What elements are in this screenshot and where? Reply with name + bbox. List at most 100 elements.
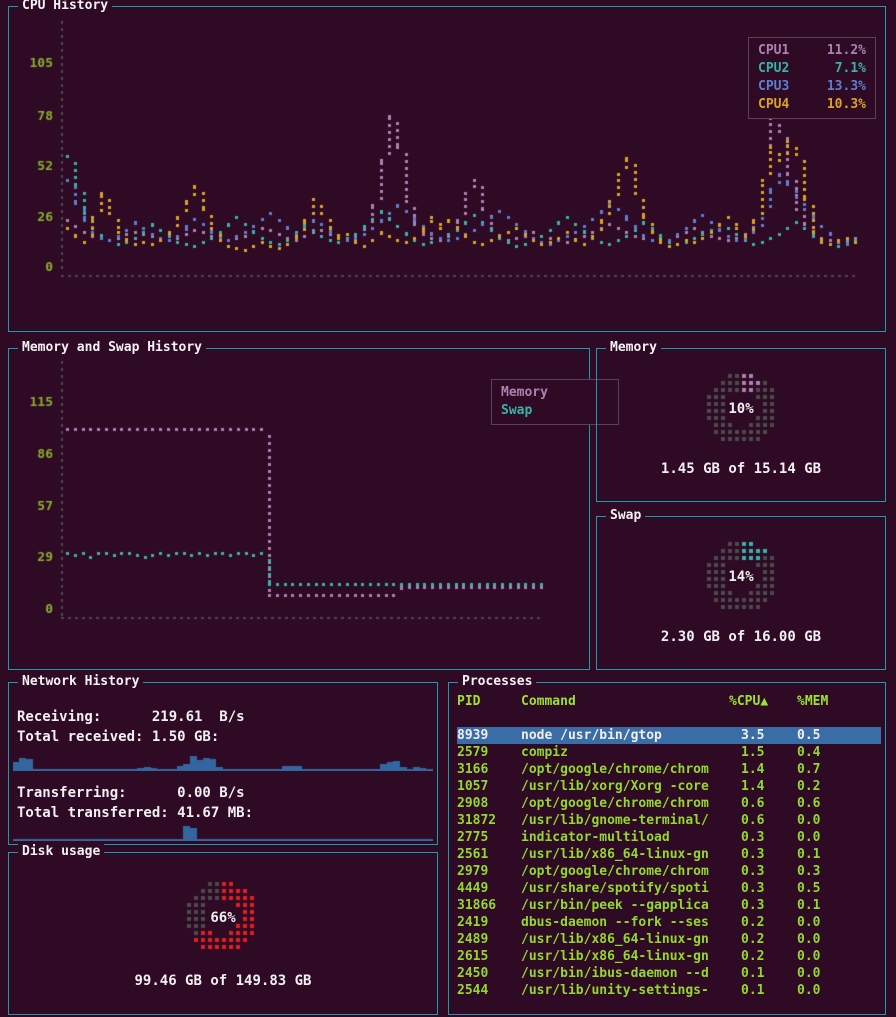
- command-cell: /opt/google/chrome/chrom: [521, 761, 729, 778]
- cpu-cell: 0.6: [729, 795, 793, 812]
- disk-usage-panel: Disk usage 66% 99.46 GB of 149.83 GB: [8, 852, 438, 1015]
- processes-panel: Processes PID Command %CPU▲ %MEM 8939nod…: [448, 682, 886, 1015]
- cpu-cell: 0.3: [729, 863, 793, 880]
- cpu-cell: 0.6: [729, 812, 793, 829]
- pid-cell: 2450: [457, 965, 521, 982]
- disk-detail: 99.46 GB of 149.83 GB: [9, 973, 437, 989]
- mem-cell: 0.5: [793, 880, 881, 897]
- cpu-cell: 0.2: [729, 914, 793, 931]
- swap-percent: 14%: [597, 569, 885, 585]
- command-cell: /usr/lib/x86_64-linux-gn: [521, 948, 729, 965]
- command-cell: node /usr/bin/gtop: [521, 727, 729, 744]
- mem-cell: 0.0: [793, 829, 881, 846]
- command-cell: compiz: [521, 744, 729, 761]
- command-cell: /usr/bin/ibus-daemon --d: [521, 965, 729, 982]
- cpu-history-panel: CPU History CPU111.2%CPU27.1%CPU313.3%CP…: [8, 6, 886, 332]
- table-row[interactable]: 2579compiz1.50.4: [457, 744, 881, 761]
- table-row[interactable]: 2419dbus-daemon --fork --ses0.20.0: [457, 914, 881, 931]
- memory-swap-history-panel: Memory and Swap History MemorySwap: [8, 348, 590, 670]
- mem-cell: 0.0: [793, 965, 881, 982]
- table-row[interactable]: 4449/usr/share/spotify/spoti0.30.5: [457, 880, 881, 897]
- table-row[interactable]: 1057/usr/lib/xorg/Xorg -core1.40.2: [457, 778, 881, 795]
- pid-cell: 2561: [457, 846, 521, 863]
- network-history-title: Network History: [18, 674, 143, 690]
- command-cell: indicator-multiload: [521, 829, 729, 846]
- pid-cell: 4449: [457, 880, 521, 897]
- cpu-cell: 0.2: [729, 931, 793, 948]
- table-row[interactable]: 2450/usr/bin/ibus-daemon --d0.10.0: [457, 965, 881, 982]
- legend-value: 7.1%: [825, 60, 866, 78]
- legend-value: 11.2%: [817, 42, 866, 60]
- network-transferring-sparkline: [13, 821, 433, 841]
- cpu-cell: 0.1: [729, 965, 793, 982]
- table-row[interactable]: 2561/usr/lib/x86_64-linux-gn0.30.1: [457, 846, 881, 863]
- network-transferring-line: Transferring: 0.00 B/s: [17, 785, 245, 801]
- pid-cell: 1057: [457, 778, 521, 795]
- mem-cell: 0.5: [793, 727, 881, 744]
- cpu-cell: 0.3: [729, 897, 793, 914]
- processes-title: Processes: [458, 674, 536, 690]
- legend-label: CPU3: [758, 78, 789, 96]
- pid-cell: 2979: [457, 863, 521, 880]
- processes-list: 8939node /usr/bin/gtop3.50.52579compiz1.…: [457, 727, 881, 999]
- mem-cell: 0.0: [793, 948, 881, 965]
- table-row[interactable]: 2775indicator-multiload0.30.0: [457, 829, 881, 846]
- memory-panel: Memory 10% 1.45 GB of 15.14 GB: [596, 348, 886, 502]
- swap-title: Swap: [606, 508, 645, 524]
- memory-percent: 10%: [597, 401, 885, 417]
- pid-cell: 2489: [457, 931, 521, 948]
- table-row[interactable]: 2979/opt/google/chrome/chrom0.30.3: [457, 863, 881, 880]
- cpu-cell: 0.1: [729, 982, 793, 999]
- mem-cell: 0.0: [793, 931, 881, 948]
- cpu-cell: 3.5: [729, 727, 793, 744]
- legend-item: CPU410.3%: [758, 96, 866, 114]
- legend-label: Memory: [501, 384, 548, 402]
- cpu-cell: 0.3: [729, 880, 793, 897]
- swap-detail: 2.30 GB of 16.00 GB: [597, 629, 885, 645]
- column-header-mem[interactable]: %MEM: [793, 693, 881, 710]
- mem-cell: 0.0: [793, 914, 881, 931]
- command-cell: /usr/bin/peek --gapplica: [521, 897, 729, 914]
- table-row[interactable]: 8939node /usr/bin/gtop3.50.5: [457, 727, 881, 744]
- command-cell: /usr/lib/unity-settings-: [521, 982, 729, 999]
- pid-cell: 8939: [457, 727, 521, 744]
- mem-cell: 0.6: [793, 795, 881, 812]
- command-cell: /opt/google/chrome/chrom: [521, 863, 729, 880]
- table-row[interactable]: 2908/opt/google/chrome/chrom0.60.6: [457, 795, 881, 812]
- cpu-legend: CPU111.2%CPU27.1%CPU313.3%CPU410.3%: [748, 37, 876, 119]
- pid-cell: 31872: [457, 812, 521, 829]
- legend-label: CPU4: [758, 96, 789, 114]
- mem-cell: 0.4: [793, 744, 881, 761]
- pid-cell: 2419: [457, 914, 521, 931]
- pid-cell: 2615: [457, 948, 521, 965]
- network-total-received-line: Total received: 1.50 GB:: [17, 729, 219, 745]
- pid-cell: 2775: [457, 829, 521, 846]
- table-row[interactable]: 3166/opt/google/chrome/chrom1.40.7: [457, 761, 881, 778]
- table-row[interactable]: 31866/usr/bin/peek --gapplica0.30.1: [457, 897, 881, 914]
- memory-title: Memory: [606, 340, 661, 356]
- column-header-cpu[interactable]: %CPU▲: [729, 693, 793, 710]
- pid-cell: 2908: [457, 795, 521, 812]
- table-row[interactable]: 31872/usr/lib/gnome-terminal/0.60.0: [457, 812, 881, 829]
- table-row[interactable]: 2489/usr/lib/x86_64-linux-gn0.20.0: [457, 931, 881, 948]
- memory-detail: 1.45 GB of 15.14 GB: [597, 461, 885, 477]
- mem-cell: 0.3: [793, 863, 881, 880]
- network-total-transferred-line: Total transferred: 41.67 MB:: [17, 805, 253, 821]
- pid-cell: 31866: [457, 897, 521, 914]
- mem-cell: 0.2: [793, 778, 881, 795]
- disk-usage-title: Disk usage: [18, 844, 104, 860]
- mem-cell: 0.0: [793, 812, 881, 829]
- network-receiving-line: Receiving: 219.61 B/s: [17, 709, 245, 725]
- command-cell: /usr/share/spotify/spoti: [521, 880, 729, 897]
- table-row[interactable]: 2544/usr/lib/unity-settings-0.10.0: [457, 982, 881, 999]
- command-cell: /usr/lib/x86_64-linux-gn: [521, 931, 729, 948]
- network-receiving-sparkline: [13, 747, 433, 771]
- command-cell: /opt/google/chrome/chrom: [521, 795, 729, 812]
- table-row[interactable]: 2615/usr/lib/x86_64-linux-gn0.20.0: [457, 948, 881, 965]
- disk-percent: 66%: [9, 910, 437, 926]
- column-header-pid[interactable]: PID: [457, 693, 521, 710]
- legend-item: Memory: [501, 384, 609, 402]
- legend-label: Swap: [501, 402, 532, 420]
- cpu-cell: 1.4: [729, 778, 793, 795]
- column-header-command[interactable]: Command: [521, 693, 729, 710]
